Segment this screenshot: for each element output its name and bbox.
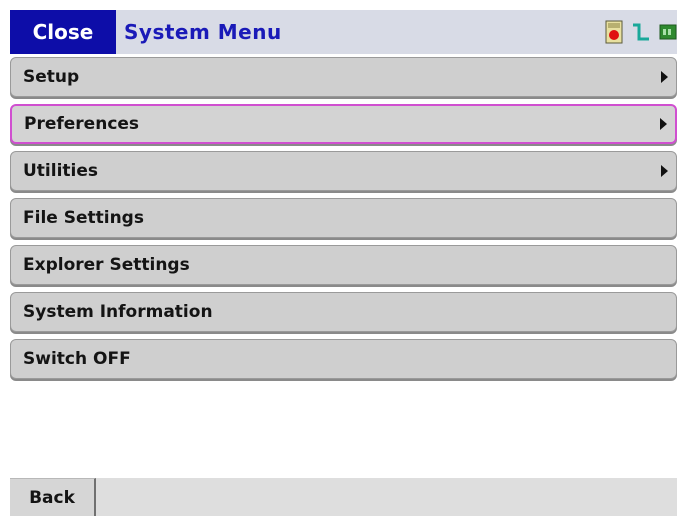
battery-status-icon [659, 23, 677, 41]
menu-item-utilities[interactable]: Utilities [10, 151, 677, 191]
menu-item-label: System Information [23, 302, 213, 322]
menu-item-explorer-settings[interactable]: Explorer Settings [10, 245, 677, 285]
menu-item-label: File Settings [23, 208, 144, 228]
system-menu-list: Setup Preferences Utilities File Setting… [10, 57, 677, 386]
chevron-right-icon [661, 71, 668, 83]
menu-item-system-information[interactable]: System Information [10, 292, 677, 332]
menu-item-label: Explorer Settings [23, 255, 190, 275]
battery-alert-icon [605, 20, 623, 44]
menu-item-file-settings[interactable]: File Settings [10, 198, 677, 238]
menu-item-setup[interactable]: Setup [10, 57, 677, 97]
menu-item-switch-off[interactable]: Switch OFF [10, 339, 677, 379]
device-screen: Close System Menu Setup Preferences Util… [10, 10, 677, 516]
menu-item-label: Switch OFF [23, 349, 131, 369]
chevron-right-icon [660, 118, 667, 130]
close-button[interactable]: Close [10, 10, 116, 54]
menu-item-label: Setup [23, 67, 80, 87]
menu-item-label: Preferences [24, 114, 140, 134]
menu-item-label: Utilities [23, 161, 99, 181]
page-title: System Menu [124, 20, 282, 44]
status-icons [605, 10, 677, 54]
title-bar: Close System Menu [10, 10, 677, 54]
back-button[interactable]: Back [10, 478, 96, 516]
menu-item-preferences[interactable]: Preferences [10, 104, 677, 144]
signal-pulse-icon [631, 21, 651, 43]
bottom-bar: Back [10, 478, 677, 516]
chevron-right-icon [661, 165, 668, 177]
